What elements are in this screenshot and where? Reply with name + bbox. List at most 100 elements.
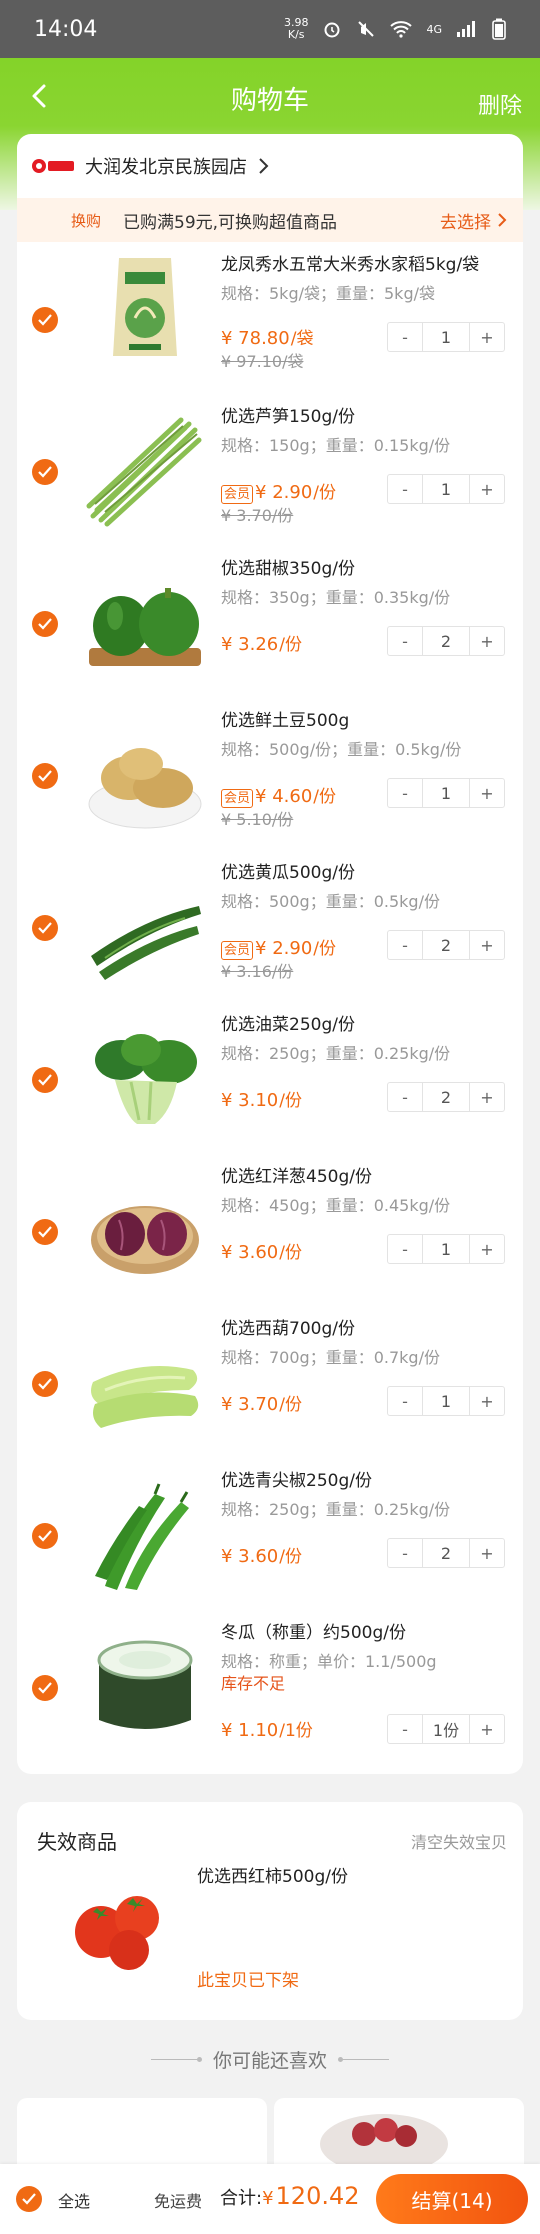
price-unit: /份 bbox=[313, 483, 337, 503]
item-price: ¥ 1.10/1份 bbox=[221, 1716, 313, 1741]
chevron-right-icon bbox=[259, 158, 269, 174]
promo-row: 换购 已购满59元,可换购超值商品 去选择 bbox=[17, 198, 523, 242]
clear-invalid-button[interactable]: 清空失效宝贝 bbox=[411, 1829, 507, 1853]
recommend-header: 你可能还喜欢 bbox=[0, 2046, 540, 2073]
item-name: 优选芦笋150g/份 bbox=[221, 407, 355, 427]
quantity-value[interactable]: 1 bbox=[422, 475, 470, 503]
increase-button[interactable]: + bbox=[470, 1235, 504, 1263]
winter-melon-image bbox=[97, 1640, 193, 1729]
promo-select-link[interactable]: 去选择 bbox=[440, 208, 507, 233]
item-checkbox[interactable] bbox=[32, 1675, 58, 1701]
delete-button[interactable]: 删除 bbox=[478, 88, 522, 120]
mute-icon bbox=[358, 21, 375, 37]
rice-bag-image bbox=[113, 258, 177, 356]
select-all-label[interactable]: 全选 bbox=[58, 2188, 90, 2212]
back-icon[interactable] bbox=[22, 76, 62, 116]
decrease-button[interactable]: - bbox=[388, 1715, 422, 1743]
decrease-button[interactable]: - bbox=[388, 627, 422, 655]
quantity-value[interactable]: 2 bbox=[422, 1539, 470, 1567]
price-unit: /袋 bbox=[290, 329, 314, 349]
price-unit: /份 bbox=[279, 1395, 302, 1415]
checkout-button[interactable]: 结算(14) bbox=[376, 2174, 528, 2224]
quantity-value[interactable]: 2 bbox=[422, 627, 470, 655]
item-price: ¥ 3.10/份 bbox=[221, 1086, 302, 1111]
quantity-value[interactable]: 1 bbox=[422, 1235, 470, 1263]
status-icons: 3.98 K/s 4G bbox=[284, 17, 506, 41]
item-checkbox[interactable] bbox=[32, 915, 58, 941]
quantity-value[interactable]: 1份 bbox=[422, 1715, 470, 1743]
increase-button[interactable]: + bbox=[470, 475, 504, 503]
divider-left bbox=[150, 2057, 202, 2062]
quantity-value[interactable]: 2 bbox=[422, 931, 470, 959]
item-checkbox[interactable] bbox=[32, 307, 58, 333]
item-price: 会员 ¥ 2.90/份 bbox=[221, 478, 336, 504]
item-name: 优选黄瓜500g/份 bbox=[221, 863, 355, 883]
increase-button[interactable]: + bbox=[470, 627, 504, 655]
invalid-item-status: 此宝贝已下架 bbox=[197, 1971, 299, 1991]
store-name: 大润发北京民族园店 bbox=[85, 157, 247, 178]
decrease-button[interactable]: - bbox=[388, 1083, 422, 1111]
cart-item: 优选红洋葱450g/份 规格：450g；重量：0.45kg/份 ¥ 3.60/份… bbox=[17, 1156, 523, 1308]
price-value: ¥ 78.80 bbox=[221, 328, 290, 349]
free-shipping-label: 免运费 bbox=[154, 2192, 203, 2211]
increase-button[interactable]: + bbox=[470, 931, 504, 959]
zucchini-image bbox=[91, 1366, 199, 1428]
item-checkbox[interactable] bbox=[32, 1371, 58, 1397]
decrease-button[interactable]: - bbox=[388, 1235, 422, 1263]
item-spec: 规格：150g；重量：0.15kg/份 bbox=[221, 436, 451, 455]
decrease-button[interactable]: - bbox=[388, 931, 422, 959]
quantity-value[interactable]: 1 bbox=[422, 1387, 470, 1415]
quantity-value[interactable]: 1 bbox=[422, 323, 470, 351]
item-spec: 规格：250g；重量：0.25kg/份 bbox=[221, 1500, 451, 1519]
select-all-checkbox[interactable] bbox=[16, 2186, 42, 2212]
increase-button[interactable]: + bbox=[470, 1539, 504, 1567]
increase-button[interactable]: + bbox=[470, 1387, 504, 1415]
price-value: ¥ 3.60 bbox=[221, 1242, 279, 1263]
item-price: ¥ 78.80/袋 bbox=[221, 324, 313, 349]
cart-item: 优选青尖椒250g/份 规格：250g；重量：0.25kg/份 ¥ 3.60/份… bbox=[17, 1460, 523, 1612]
invalid-items-card: 失效商品 清空失效宝贝 优选西红柿500g/份 此宝贝已下架 bbox=[17, 1802, 523, 2020]
item-price: 会员 ¥ 4.60/份 bbox=[221, 782, 336, 808]
store-logo-icon bbox=[32, 159, 74, 173]
asparagus-image bbox=[86, 417, 202, 527]
increase-button[interactable]: + bbox=[470, 323, 504, 351]
increase-button[interactable]: + bbox=[470, 1083, 504, 1111]
item-original-price: ¥ 5.10/份 bbox=[221, 810, 294, 829]
item-spec: 规格：250g；重量：0.25kg/份 bbox=[221, 1044, 451, 1063]
item-original-price: ¥ 3.16/份 bbox=[221, 962, 294, 981]
item-spec: 规格：350g；重量：0.35kg/份 bbox=[221, 588, 451, 607]
cart-card: 大润发北京民族园店 换购 已购满59元,可换购超值商品 去选择 龙凤秀水五常大米… bbox=[17, 134, 523, 1774]
store-row[interactable]: 大润发北京民族园店 bbox=[17, 134, 523, 198]
item-checkbox[interactable] bbox=[32, 1523, 58, 1549]
price-value: ¥ 2.90 bbox=[255, 482, 313, 503]
green-chili-image bbox=[95, 1483, 189, 1590]
page-title: 购物车 bbox=[230, 85, 309, 116]
decrease-button[interactable]: - bbox=[388, 779, 422, 807]
total-label: 合计: bbox=[220, 2188, 263, 2209]
cucumber-image bbox=[91, 906, 201, 980]
increase-button[interactable]: + bbox=[470, 779, 504, 807]
price-value: ¥ 3.10 bbox=[221, 1090, 279, 1111]
decrease-button[interactable]: - bbox=[388, 1539, 422, 1567]
decrease-button[interactable]: - bbox=[388, 323, 422, 351]
increase-button[interactable]: + bbox=[470, 1715, 504, 1743]
price-value: ¥ 3.26 bbox=[221, 634, 279, 655]
quantity-stepper: - 2 + bbox=[387, 1082, 505, 1112]
price-value: ¥ 3.70 bbox=[221, 1394, 279, 1415]
item-original-price: ¥ 97.10/袋 bbox=[221, 352, 304, 371]
item-checkbox[interactable] bbox=[32, 1219, 58, 1245]
decrease-button[interactable]: - bbox=[388, 475, 422, 503]
quantity-value[interactable]: 2 bbox=[422, 1083, 470, 1111]
item-checkbox[interactable] bbox=[32, 1067, 58, 1093]
price-unit: /份 bbox=[279, 1091, 302, 1111]
item-spec: 规格：称重；单价：1.1/500g bbox=[221, 1652, 437, 1671]
item-checkbox[interactable] bbox=[32, 763, 58, 789]
decrease-button[interactable]: - bbox=[388, 1387, 422, 1415]
total-currency: ¥ bbox=[262, 2188, 274, 2209]
cart-item: 冬瓜（称重）约500g/份 规格：称重；单价：1.1/500g 库存不足 ¥ 1… bbox=[17, 1612, 523, 1764]
item-name: 冬瓜（称重）约500g/份 bbox=[221, 1623, 406, 1643]
item-checkbox[interactable] bbox=[32, 459, 58, 485]
item-checkbox[interactable] bbox=[32, 611, 58, 637]
cart-item: 优选黄瓜500g/份 规格：500g；重量：0.5kg/份 会员 ¥ 2.90/份… bbox=[17, 852, 523, 1004]
quantity-value[interactable]: 1 bbox=[422, 779, 470, 807]
